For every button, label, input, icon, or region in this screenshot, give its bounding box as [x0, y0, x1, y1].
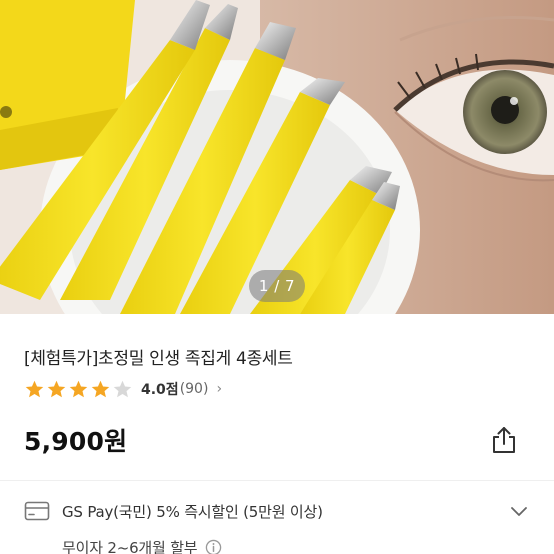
star-filled-icon: [69, 380, 88, 397]
star-filled-icon: [91, 380, 110, 397]
rating-summary[interactable]: 4.0점 (90) ›: [24, 378, 222, 400]
info-icon[interactable]: [205, 539, 222, 554]
product-photo: [0, 0, 554, 314]
card-benefit-row[interactable]: GS Pay(국민) 5% 즉시할인 (5만원 이상): [24, 498, 530, 524]
share-button[interactable]: [486, 422, 522, 458]
chevron-down-icon[interactable]: [508, 500, 530, 522]
share-icon: [493, 427, 515, 453]
star-empty-icon: [113, 380, 132, 397]
divider: [0, 480, 554, 481]
star-filled-icon: [25, 380, 44, 397]
installment-row[interactable]: 무이자 2~6개월 할부: [62, 535, 222, 554]
chevron-right-icon: ›: [216, 381, 223, 397]
credit-card-icon: [24, 501, 50, 521]
star-filled-icon: [47, 380, 66, 397]
card-benefit-text: GS Pay(국민) 5% 즉시할인 (5만원 이상): [62, 502, 323, 521]
product-detail-page: 1 / 7 [체험특가]초정밀 인생 족집게 4종세트 4.0점 (90) › …: [0, 0, 554, 554]
image-counter: 1 / 7: [249, 270, 305, 302]
product-info: [체험특가]초정밀 인생 족집게 4종세트 4.0점 (90) › 5,900원: [0, 314, 554, 554]
review-count: (90): [179, 381, 209, 397]
product-price: 5,900원: [24, 427, 128, 456]
product-image-carousel[interactable]: 1 / 7: [0, 0, 554, 314]
installment-text: 무이자 2~6개월 할부: [62, 538, 198, 554]
product-title: [체험특가]초정밀 인생 족집게 4종세트: [24, 349, 293, 369]
rating-stars: [24, 379, 133, 400]
rating-score: 4.0점: [141, 382, 179, 398]
